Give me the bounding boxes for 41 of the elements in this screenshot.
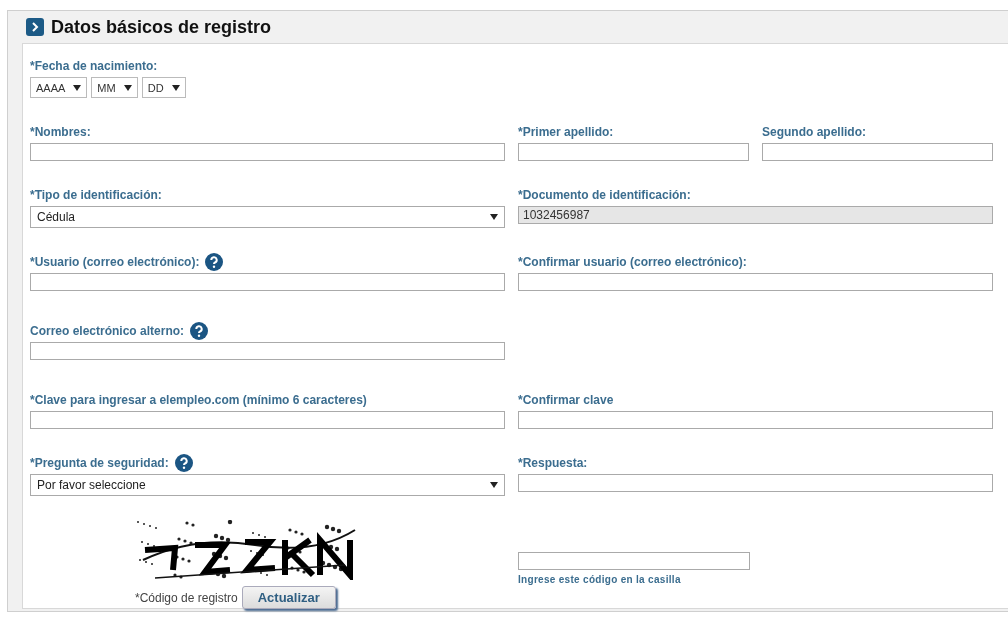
caret-icon — [490, 214, 498, 220]
field-label: *Confirmar usuario (correo electrónico): — [518, 255, 747, 269]
input-field[interactable] — [762, 143, 993, 161]
field-label: *Tipo de identificación: — [30, 188, 162, 202]
input-field[interactable] — [30, 342, 505, 360]
field-label: Segundo apellido: — [762, 125, 866, 139]
field-label: *Primer apellido: — [518, 125, 614, 139]
field-label: *Usuario (correo electrónico): — [30, 255, 200, 269]
field-label: *Documento de identificación: — [518, 188, 691, 202]
dropdown[interactable]: Cédula — [30, 206, 505, 228]
captcha-hint: Ingrese este código en la casilla — [518, 574, 682, 585]
caret-icon — [171, 84, 180, 91]
dropdown[interactable]: Por favor seleccione — [30, 474, 505, 496]
field-label: *Nombres: — [30, 125, 91, 139]
help-icon[interactable] — [174, 454, 193, 472]
date-dropdown[interactable]: AAAA — [30, 77, 88, 98]
help-icon[interactable] — [205, 253, 224, 271]
section-title: Datos básicos de registro — [51, 16, 272, 38]
input-field[interactable] — [30, 273, 505, 291]
input-field[interactable] — [30, 143, 505, 161]
input-field[interactable] — [518, 552, 750, 570]
field-label: *Pregunta de seguridad: — [30, 456, 169, 470]
input-field[interactable] — [518, 143, 749, 161]
field-label: *Clave para ingresar a elempleo.com (mínimo 6 caracteres) — [30, 393, 367, 407]
help-icon[interactable] — [190, 322, 209, 340]
date-dropdown[interactable]: DD — [141, 77, 186, 98]
caret-icon — [73, 84, 82, 91]
captcha-label: *Código de registro — [135, 590, 238, 605]
input-field[interactable] — [518, 411, 993, 429]
date-dropdown[interactable]: MM — [91, 77, 138, 98]
field-label: *Confirmar clave — [518, 393, 614, 407]
chevron-icon — [26, 18, 44, 36]
caret-icon — [123, 84, 132, 91]
field-label: *Fecha de nacimiento: — [30, 59, 158, 73]
field-label: *Respuesta: — [518, 456, 588, 470]
caret-icon — [490, 482, 498, 488]
input-field[interactable] — [518, 474, 993, 492]
field-label: Correo electrónico alterno: — [30, 324, 185, 338]
refresh-button[interactable]: Actualizar — [241, 586, 336, 609]
input-field[interactable] — [518, 273, 993, 291]
input-field[interactable] — [30, 411, 505, 429]
